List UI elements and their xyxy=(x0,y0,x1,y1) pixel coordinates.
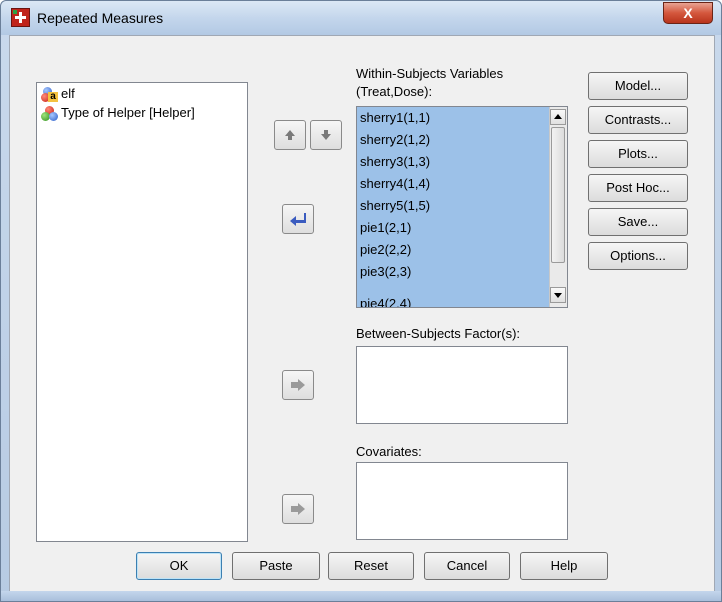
triangle-up-icon xyxy=(554,114,562,119)
post-hoc-button[interactable]: Post Hoc... xyxy=(588,174,688,202)
help-button[interactable]: Help xyxy=(520,552,608,580)
list-item[interactable]: sherry2(1,2) xyxy=(360,129,430,151)
window-title: Repeated Measures xyxy=(37,10,164,26)
string-variable-icon: a xyxy=(41,86,59,103)
arrow-left-icon xyxy=(290,213,306,226)
scroll-thumb[interactable] xyxy=(551,127,565,263)
close-button[interactable]: X xyxy=(663,2,713,24)
spss-app-icon xyxy=(11,8,30,27)
reset-button[interactable]: Reset xyxy=(328,552,414,580)
list-item[interactable]: pie3(2,3) xyxy=(360,261,411,283)
move-to-source-button[interactable] xyxy=(282,204,314,234)
source-variable-list[interactable]: a elf Type of Helper [Helper] xyxy=(36,82,248,542)
move-down-button[interactable] xyxy=(310,120,342,150)
covariates-label: Covariates: xyxy=(356,444,422,459)
paste-button[interactable]: Paste xyxy=(232,552,320,580)
save-button[interactable]: Save... xyxy=(588,208,688,236)
arrow-right-icon xyxy=(291,379,305,391)
arrow-up-icon xyxy=(285,130,295,140)
arrow-down-icon xyxy=(321,130,331,140)
list-item[interactable]: Type of Helper [Helper] xyxy=(41,104,195,122)
scroll-up-button[interactable] xyxy=(550,109,566,125)
list-item[interactable]: sherry3(1,3) xyxy=(360,151,430,173)
list-item[interactable]: pie4(2,4) xyxy=(360,293,411,307)
within-subjects-label: Within-Subjects Variables xyxy=(356,66,504,81)
list-item-label: Type of Helper [Helper] xyxy=(61,105,195,120)
nominal-variable-icon xyxy=(41,105,59,122)
window-bottom-border xyxy=(1,591,721,601)
between-subjects-list[interactable] xyxy=(356,346,568,424)
plots-button[interactable]: Plots... xyxy=(588,140,688,168)
dialog-client-area: a elf Type of Helper [Helper] Within-Sub… xyxy=(9,35,715,593)
vertical-scrollbar[interactable] xyxy=(549,107,567,307)
move-to-between-button[interactable] xyxy=(282,370,314,400)
repeated-measures-dialog: Repeated Measures X a elf Type of Helper… xyxy=(0,0,722,602)
options-button[interactable]: Options... xyxy=(588,242,688,270)
title-bar[interactable]: Repeated Measures X xyxy=(1,1,721,35)
within-subjects-list[interactable]: sherry1(1,1) sherry2(1,2) sherry3(1,3) s… xyxy=(356,106,568,308)
covariates-list[interactable] xyxy=(356,462,568,540)
list-item[interactable]: sherry1(1,1) xyxy=(360,107,430,129)
list-item[interactable]: sherry4(1,4) xyxy=(360,173,430,195)
within-subjects-factors-label: (Treat,Dose): xyxy=(356,84,433,99)
move-to-covariates-button[interactable] xyxy=(282,494,314,524)
arrow-right-icon xyxy=(291,503,305,515)
list-item[interactable]: sherry5(1,5) xyxy=(360,195,430,217)
between-subjects-label: Between-Subjects Factor(s): xyxy=(356,326,521,341)
list-item[interactable]: pie1(2,1) xyxy=(360,217,411,239)
cancel-button[interactable]: Cancel xyxy=(424,552,510,580)
triangle-down-icon xyxy=(554,293,562,298)
contrasts-button[interactable]: Contrasts... xyxy=(588,106,688,134)
list-item[interactable]: a elf xyxy=(41,85,75,103)
list-item-label: elf xyxy=(61,86,75,101)
ok-button[interactable]: OK xyxy=(136,552,222,580)
move-up-button[interactable] xyxy=(274,120,306,150)
scroll-down-button[interactable] xyxy=(550,287,566,303)
list-item[interactable]: pie2(2,2) xyxy=(360,239,411,261)
model-button[interactable]: Model... xyxy=(588,72,688,100)
